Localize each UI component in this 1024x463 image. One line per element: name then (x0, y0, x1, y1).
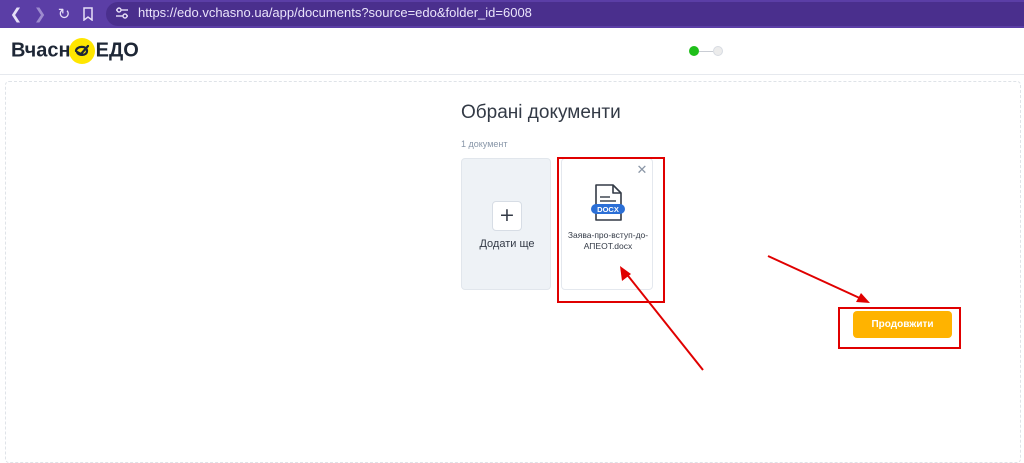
logo-text-right: ЕДО (95, 39, 139, 62)
bookmark-icon[interactable] (78, 4, 98, 24)
progress-stepper (689, 46, 725, 58)
annotation-box-button (838, 307, 961, 349)
step-connector (699, 51, 713, 52)
step-2-indicator (713, 46, 723, 56)
logo-text-left: Вчасн (11, 39, 71, 62)
page-title: Обрані документи (461, 102, 621, 123)
site-settings-icon[interactable] (114, 5, 130, 21)
plus-icon[interactable]: + (492, 201, 522, 231)
logo[interactable]: Вчасн ЕДО (11, 38, 139, 64)
add-more-label: Додати ще (479, 238, 535, 250)
url-text[interactable]: https://edo.vchasno.ua/app/documents?sou… (138, 5, 532, 20)
document-count: 1 документ (461, 139, 508, 149)
app-header: Вчасн ЕДО (0, 28, 1024, 75)
logo-check-icon (68, 38, 95, 64)
step-1-indicator (689, 46, 699, 56)
reload-icon[interactable]: ↻ (54, 4, 74, 24)
add-more-tile[interactable]: + Додати ще (461, 158, 551, 290)
annotation-box-document (557, 157, 665, 303)
back-icon[interactable]: ❮ (6, 4, 26, 24)
forward-icon[interactable]: ❯ (30, 4, 50, 24)
browser-toolbar: ❮ ❯ ↻ https://edo.vchasno.ua/app/documen… (0, 0, 1024, 28)
